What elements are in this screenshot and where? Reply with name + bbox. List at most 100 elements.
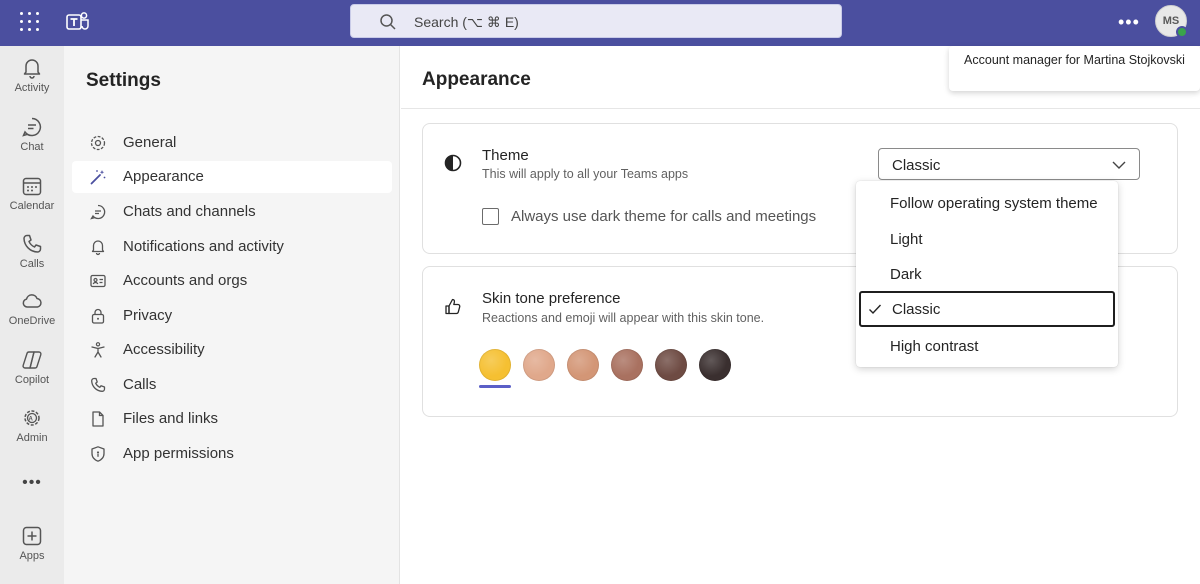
chat-icon (22, 117, 42, 137)
nav-item-accounts-and-orgs[interactable]: Accounts and orgs (72, 265, 392, 297)
nav-label: Chats and channels (123, 203, 256, 220)
dark-calls-checkbox[interactable] (482, 208, 499, 225)
rail-label: Calendar (9, 200, 55, 212)
rail-item-admin[interactable]: A Admin (0, 406, 64, 444)
phone-icon (23, 234, 42, 253)
cloud-icon (22, 294, 42, 308)
nav-label: General (123, 134, 177, 151)
nav-label: Notifications and activity (123, 238, 284, 255)
option-label: Light (890, 231, 923, 248)
rail-label: Activity (14, 82, 50, 94)
chat-icon (90, 204, 106, 220)
skin-tone-swatch[interactable] (699, 349, 731, 381)
file-icon (92, 411, 104, 427)
nav-item-chats-and-channels[interactable]: Chats and channels (72, 196, 392, 228)
rail-label: Copilot (14, 374, 50, 386)
skin-tone-title: Skin tone preference (482, 290, 621, 307)
nav-label: Accessibility (123, 341, 205, 358)
nav-item-appearance[interactable]: Appearance (72, 161, 392, 193)
avatar-initials: MS (1162, 15, 1180, 27)
theme-title: Theme (482, 147, 529, 164)
theme-dropdown-menu: Follow operating system theme Light Dark… (856, 181, 1118, 367)
chevron-down-icon (1112, 161, 1126, 169)
search-input[interactable]: Search (⌥ ⌘ E) (350, 4, 842, 38)
rail-item-calls[interactable]: Calls (0, 232, 64, 270)
rail-item-onedrive[interactable]: OneDrive (0, 289, 64, 327)
skin-tone-swatch[interactable] (479, 349, 511, 381)
magic-wand-icon (90, 170, 106, 185)
theme-option-classic[interactable]: Classic (859, 291, 1115, 327)
skin-tone-swatch[interactable] (655, 349, 687, 381)
more-apps-icon[interactable]: ••• (0, 474, 64, 492)
copilot-icon (22, 351, 42, 369)
skin-tone-subtitle: Reactions and emoji will appear with thi… (482, 311, 765, 325)
gear-icon (90, 135, 106, 151)
nav-item-accessibility[interactable]: Accessibility (72, 334, 392, 366)
option-label: High contrast (890, 338, 979, 355)
selected-skin-tone-indicator (479, 385, 511, 388)
option-label: Follow operating system theme (890, 195, 1098, 212)
nav-label: Calls (123, 376, 157, 393)
account-tooltip: Account manager for Martina Stojkovski (949, 46, 1200, 91)
theme-select[interactable]: Classic (878, 148, 1140, 180)
avatar[interactable]: MS (1155, 5, 1188, 38)
theme-option-high-contrast[interactable]: High contrast (856, 328, 1118, 364)
skin-tone-swatch[interactable] (567, 349, 599, 381)
calendar-icon (22, 177, 42, 196)
theme-subtitle: This will apply to all your Teams apps (482, 167, 689, 181)
settings-pane: Settings General Appearance Chats and ch… (64, 46, 400, 584)
add-apps-icon (22, 526, 42, 546)
theme-option-light[interactable]: Light (856, 221, 1118, 257)
bell-icon (23, 59, 41, 79)
rail-label: Calls (19, 258, 45, 270)
thumbs-up-icon (445, 298, 461, 315)
divider (401, 108, 1200, 109)
option-label: Classic (892, 301, 941, 318)
admin-gear-icon: A (24, 410, 40, 426)
search-icon (380, 14, 396, 30)
page-title: Appearance (422, 69, 531, 90)
option-label: Dark (890, 266, 922, 283)
skin-tone-swatch[interactable] (611, 349, 643, 381)
lock-icon (91, 308, 105, 324)
nav-item-general[interactable]: General (72, 127, 392, 159)
contrast-icon (444, 154, 462, 172)
svg-text:A: A (29, 417, 34, 423)
app-rail: Activity Chat Calendar Calls OneDrive Co… (0, 46, 64, 584)
theme-option-follow-os[interactable]: Follow operating system theme (856, 185, 1118, 221)
rail-item-chat[interactable]: Chat (0, 115, 64, 153)
theme-select-value: Classic (892, 157, 941, 174)
rail-item-copilot[interactable]: Copilot (0, 348, 64, 386)
app-launcher-icon[interactable] (20, 12, 40, 32)
nav-item-app-permissions[interactable]: App permissions (72, 438, 392, 470)
nav-label: Accounts and orgs (123, 272, 248, 289)
settings-title: Settings (86, 70, 161, 91)
checkmark-icon (869, 304, 882, 315)
bell-icon (91, 240, 105, 256)
more-options-icon[interactable]: ••• (1118, 12, 1140, 33)
nav-item-notifications[interactable]: Notifications and activity (72, 231, 392, 263)
dark-calls-label: Always use dark theme for calls and meet… (511, 208, 817, 225)
id-card-icon (90, 274, 106, 288)
top-bar: Search (⌥ ⌘ E) ••• MS (0, 0, 1200, 46)
rail-item-apps[interactable]: Apps (0, 524, 64, 562)
presence-available-icon (1176, 26, 1188, 38)
teams-logo-icon (66, 12, 89, 30)
phone-icon (91, 377, 106, 392)
nav-item-calls[interactable]: Calls (72, 369, 392, 401)
theme-option-dark[interactable]: Dark (856, 256, 1118, 292)
shield-icon (91, 446, 105, 462)
rail-label: Apps (19, 550, 45, 562)
rail-item-activity[interactable]: Activity (0, 56, 64, 94)
nav-label: Appearance (123, 168, 204, 185)
nav-item-privacy[interactable]: Privacy (72, 300, 392, 332)
rail-label: Chat (20, 141, 44, 153)
rail-item-calendar[interactable]: Calendar (0, 174, 64, 212)
search-placeholder: Search (⌥ ⌘ E) (414, 14, 519, 30)
rail-label: Admin (16, 432, 48, 444)
skin-tone-swatch[interactable] (523, 349, 555, 381)
rail-label: OneDrive (8, 315, 56, 327)
accessibility-icon (91, 342, 105, 358)
nav-label: Files and links (123, 410, 219, 427)
nav-item-files-and-links[interactable]: Files and links (72, 403, 392, 435)
